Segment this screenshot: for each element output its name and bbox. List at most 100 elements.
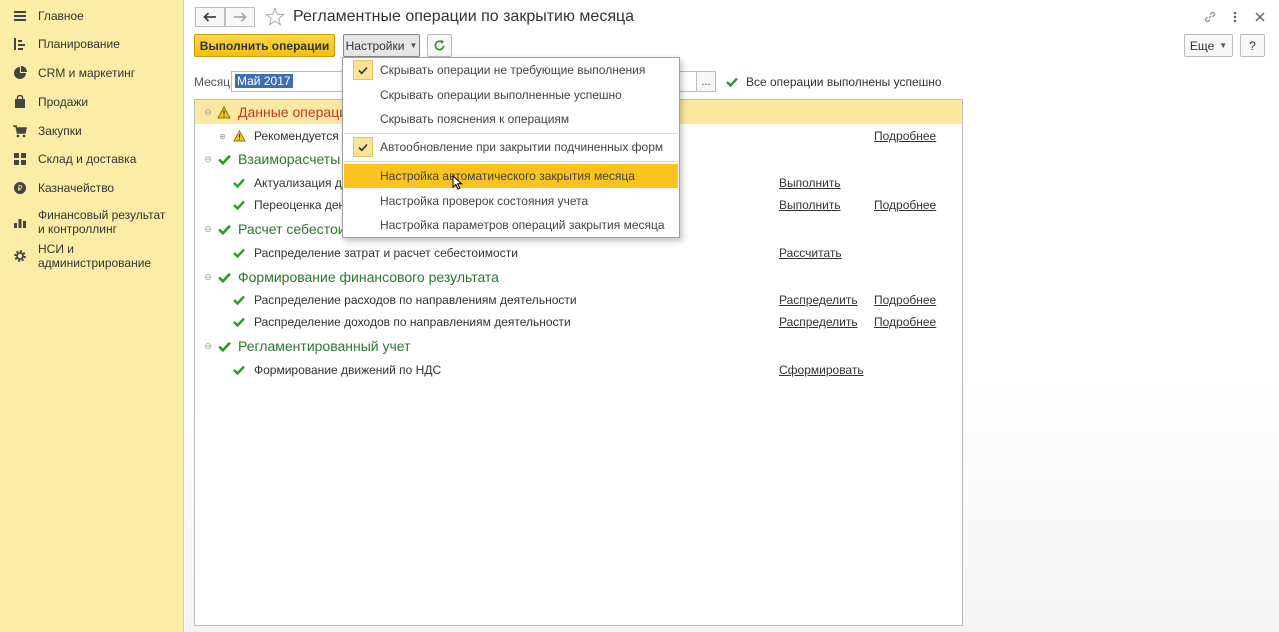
operation-name: Распределение доходов по направлениям де… <box>254 315 571 329</box>
distribute-link[interactable]: Распределить <box>779 293 858 307</box>
menu-item-label: Скрывать операции выполненные успешно <box>380 88 622 102</box>
forward-button[interactable] <box>225 7 255 27</box>
group-title: Взаиморасчеты и <box>238 151 352 167</box>
menu-item-operation-params[interactable]: Настройка параметров операций закрытия м… <box>344 213 678 237</box>
sidebar-item-label: Казначейство <box>38 181 115 195</box>
menu-item-label: Настройка параметров операций закрытия м… <box>380 218 665 232</box>
check-icon <box>232 293 246 307</box>
details-link[interactable]: Подробнее <box>874 129 936 143</box>
sidebar-item-sales[interactable]: Продажи <box>0 94 96 110</box>
operation-row: Распределение доходов по направлениям де… <box>195 312 962 332</box>
details-link[interactable]: Подробнее <box>874 198 936 212</box>
sidebar-item-financial-result[interactable]: Финансовый результат и контроллинг <box>0 208 176 236</box>
settings-button[interactable]: Настройки ▼ <box>343 34 420 57</box>
menu-item-label: Скрывать пояснения к операциям <box>380 112 570 126</box>
warning-icon <box>232 129 246 143</box>
calculate-link[interactable]: Рассчитать <box>779 246 842 260</box>
collapse-icon[interactable]: ⊖ <box>203 341 213 352</box>
close-icon[interactable] <box>1251 8 1269 26</box>
collapse-icon[interactable]: ⊖ <box>203 154 213 165</box>
more-button[interactable]: Еще ▼ <box>1184 34 1233 57</box>
link-icon[interactable] <box>1201 8 1219 26</box>
menu-item-check-settings[interactable]: Настройка проверок состояния учета <box>344 189 678 213</box>
execute-operations-button[interactable]: Выполнить операции <box>194 34 335 57</box>
execute-link[interactable]: Выполнить <box>779 198 841 212</box>
operation-name: Распределение затрат и расчет себестоимо… <box>254 246 518 260</box>
settings-button-label: Настройки <box>345 38 405 53</box>
operation-row: Распределение затрат и расчет себестоимо… <box>195 243 962 263</box>
sidebar-item-planning[interactable]: Планирование <box>0 36 128 52</box>
distribute-link[interactable]: Распределить <box>779 315 858 329</box>
sidebar-item-label: НСИ и администрирование <box>38 242 152 270</box>
refresh-button[interactable] <box>427 34 452 57</box>
settings-menu: Скрывать операции не требующие выполнени… <box>342 57 680 238</box>
menu-icon <box>12 8 28 24</box>
svg-text:₽: ₽ <box>17 184 22 193</box>
sidebar-item-label: Главное <box>38 9 84 23</box>
check-icon <box>232 176 246 190</box>
menu-divider <box>344 133 678 134</box>
menu-divider <box>344 161 678 162</box>
chevron-down-icon: ▼ <box>1219 41 1228 50</box>
sidebar: Главное Планирование CRM и маркетинг Про… <box>0 0 184 632</box>
page-title: Регламентные операции по закрытию месяца <box>293 8 635 25</box>
menu-item-auto-close-settings[interactable]: Настройка автоматического закрытия месяц… <box>344 164 678 188</box>
more-button-label: Еще <box>1189 38 1215 53</box>
group-title: Данные операций <box>238 104 355 120</box>
sidebar-item-main[interactable]: Главное <box>0 8 92 24</box>
bar-chart-icon <box>12 214 28 230</box>
checkbox-checked-icon[interactable] <box>353 60 373 80</box>
chevron-down-icon: ▼ <box>409 41 418 50</box>
month-value: Май 2017 <box>235 74 293 88</box>
menu-item-hide-not-required[interactable]: Скрывать операции не требующие выполнени… <box>344 58 678 82</box>
menu-item-label: Скрывать операции не требующие выполнени… <box>380 63 646 77</box>
operation-row: Формирование движений по НДС Сформироват… <box>195 360 962 380</box>
warehouse-icon <box>12 151 28 167</box>
sidebar-item-label: Закупки <box>38 124 82 138</box>
sidebar-item-treasury[interactable]: ₽ Казначейство <box>0 180 122 196</box>
favorite-star-icon[interactable] <box>265 7 285 27</box>
arrow-left-icon <box>203 12 216 22</box>
check-icon <box>232 246 246 260</box>
group-title: Расчет себестоим <box>238 221 356 237</box>
check-icon <box>217 152 231 166</box>
menu-item-hide-explanations[interactable]: Скрывать пояснения к операциям <box>344 107 678 131</box>
sidebar-item-warehouse[interactable]: Склад и доставка <box>0 151 144 167</box>
menu-item-hide-successful[interactable]: Скрывать операции выполненные успешно <box>344 83 678 107</box>
check-icon <box>217 270 231 284</box>
operation-group: ⊖ Формирование финансового результата <box>195 265 962 289</box>
back-button[interactable] <box>195 7 225 27</box>
sidebar-item-label: Планирование <box>38 37 120 51</box>
operation-name: Формирование движений по НДС <box>254 363 442 377</box>
details-link[interactable]: Подробнее <box>874 315 936 329</box>
check-icon <box>232 315 246 329</box>
refresh-icon <box>434 39 445 51</box>
check-icon <box>232 363 246 377</box>
sidebar-item-admin[interactable]: НСИ и администрирование <box>0 242 183 270</box>
sidebar-item-label: CRM и маркетинг <box>38 66 136 80</box>
sidebar-item-purchases[interactable]: Закупки <box>0 123 90 139</box>
help-button[interactable]: ? <box>1240 34 1265 57</box>
operation-row: Распределение расходов по направлениям д… <box>195 290 962 310</box>
generate-link[interactable]: Сформировать <box>779 363 864 377</box>
sidebar-item-label: Продажи <box>38 95 89 109</box>
menu-item-label: Настройка проверок состояния учета <box>380 194 589 208</box>
collapse-icon[interactable]: ⊖ <box>203 272 213 283</box>
coin-icon: ₽ <box>12 180 28 196</box>
group-title: Формирование финансового результата <box>238 269 499 285</box>
sidebar-item-label: Финансовый результат и контроллинг <box>38 208 166 236</box>
expand-icon[interactable]: ⊕ <box>219 132 226 141</box>
arrow-right-icon <box>234 12 247 22</box>
sidebar-item-crm[interactable]: CRM и маркетинг <box>0 65 143 81</box>
mouse-cursor-icon <box>452 175 463 190</box>
collapse-icon[interactable]: ⊖ <box>203 107 213 118</box>
operation-group: ⊖ Регламентированный учет <box>195 334 962 358</box>
more-vertical-icon[interactable] <box>1226 8 1244 26</box>
details-link[interactable]: Подробнее <box>874 293 936 307</box>
menu-item-auto-refresh[interactable]: Автообновление при закрытии подчиненных … <box>344 135 678 159</box>
execute-link[interactable]: Выполнить <box>779 176 841 190</box>
warning-icon <box>217 105 231 119</box>
collapse-icon[interactable]: ⊖ <box>203 224 213 235</box>
checkbox-checked-icon[interactable] <box>353 137 373 157</box>
month-select-button[interactable]: ... <box>696 71 716 92</box>
